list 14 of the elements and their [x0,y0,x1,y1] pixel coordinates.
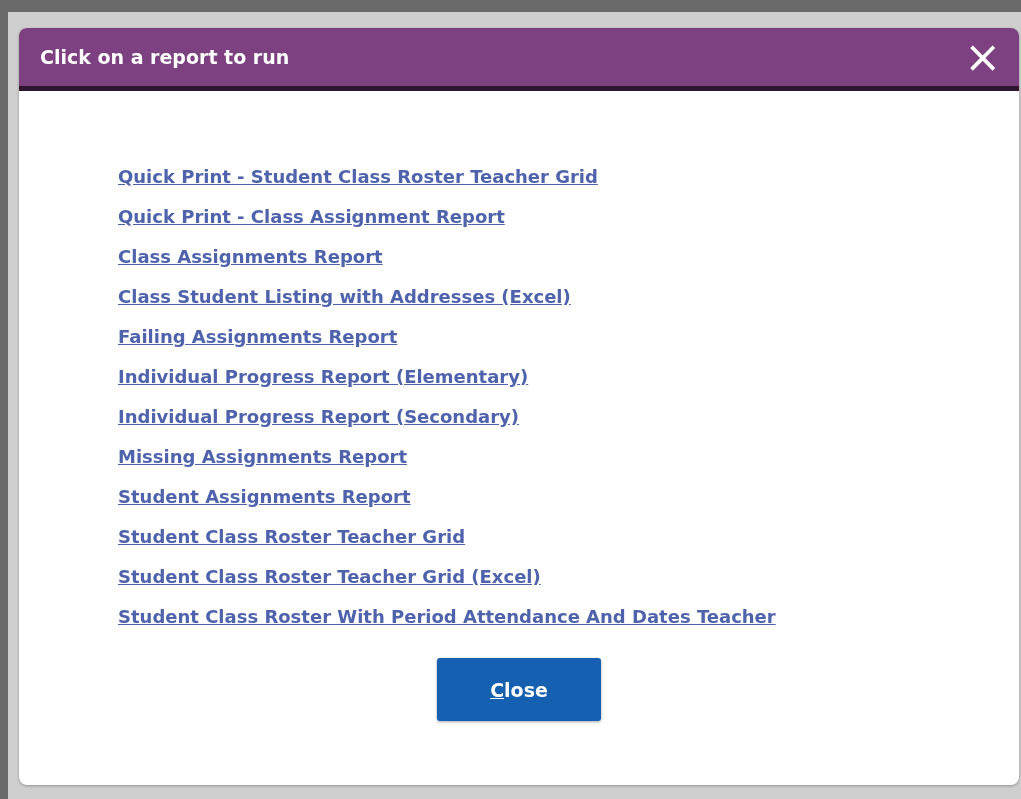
report-link[interactable]: Missing Assignments Report [118,437,408,477]
report-link[interactable]: Class Assignments Report [118,237,383,277]
report-link[interactable]: Class Student Listing with Addresses (Excel) [118,277,571,317]
report-link[interactable]: Student Class Roster Teacher Grid [118,517,466,557]
report-link[interactable]: Student Assignments Report [118,477,411,517]
report-link[interactable]: Failing Assignments Report [118,317,398,357]
dialog-title: Click on a report to run [40,46,290,68]
report-link[interactable]: Student Class Roster Teacher Grid (Excel) [118,557,541,597]
report-link[interactable]: Quick Print - Student Class Roster Teacher Grid [118,157,598,197]
report-link[interactable]: Individual Progress Report (Secondary) [118,397,520,437]
report-link[interactable]: Quick Print - Class Assignment Report [118,197,505,237]
report-link[interactable]: Student Class Roster With Period Attendance And Dates Teacher [118,597,776,637]
close-button[interactable]: Close [437,658,601,721]
report-link[interactable]: Individual Progress Report (Elementary) [118,357,529,397]
